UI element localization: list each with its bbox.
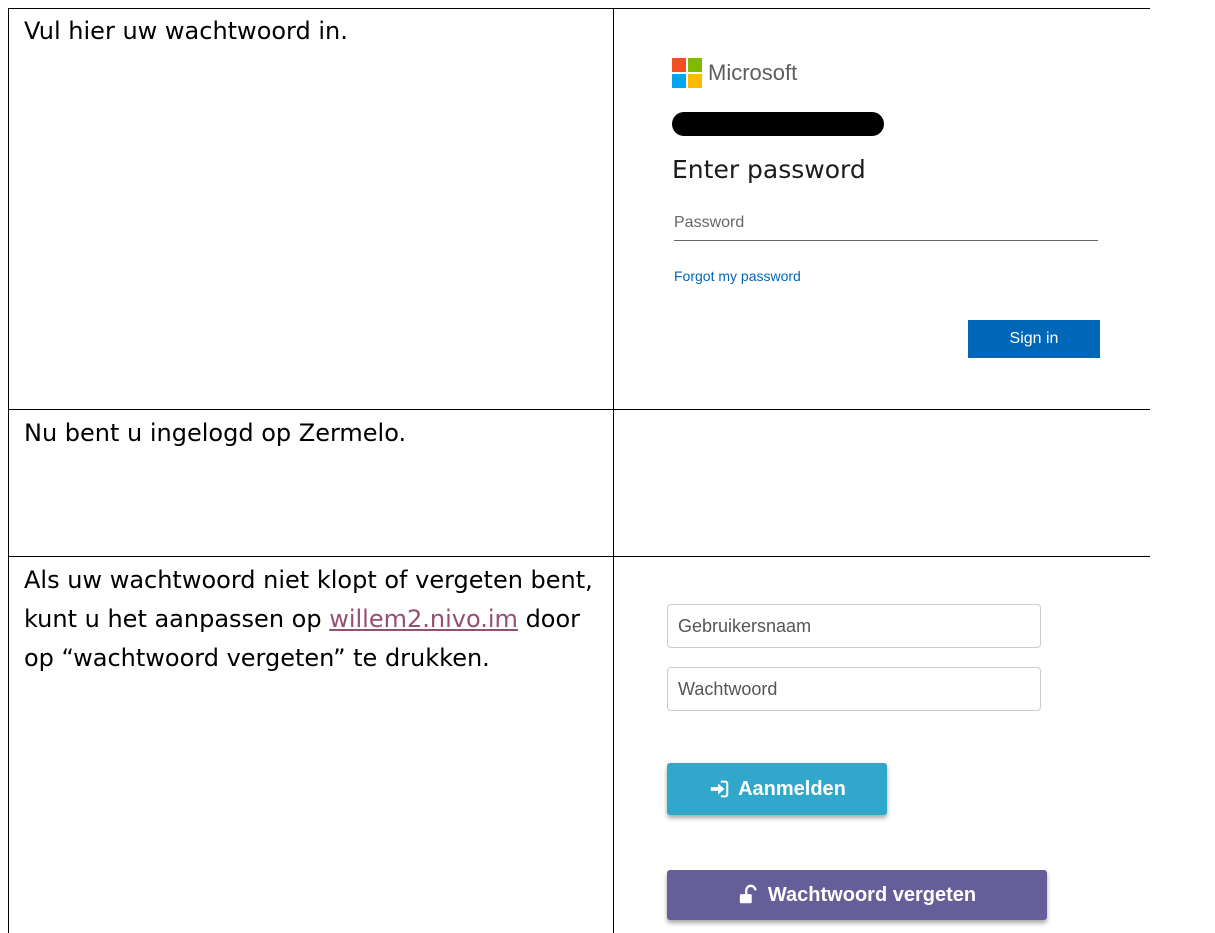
sign-in-button[interactable]: Sign in xyxy=(968,320,1100,358)
redacted-account-bar xyxy=(672,112,884,136)
unlock-icon xyxy=(739,884,757,904)
table-row-divider-1 xyxy=(8,409,1150,410)
instruction-row-1: Vul hier uw wachtwoord in. xyxy=(24,17,348,45)
table-border-left xyxy=(8,8,9,933)
microsoft-brand-name: Microsoft xyxy=(708,60,798,85)
forgot-password-link[interactable]: Forgot my password xyxy=(674,266,801,286)
nivo-password-input[interactable] xyxy=(667,667,1041,711)
instruction-row-3: Als uw wachtwoord niet klopt of vergeten… xyxy=(24,561,604,678)
nivo-site-link[interactable]: willem2.nivo.im xyxy=(329,605,518,633)
instruction-row-2: Nu bent u ingelogd op Zermelo. xyxy=(24,419,407,447)
enter-password-heading: Enter password xyxy=(672,155,866,184)
login-button[interactable]: Aanmelden xyxy=(667,763,887,815)
password-input[interactable] xyxy=(674,206,1098,241)
table-row-divider-2 xyxy=(8,556,1150,557)
table-column-divider xyxy=(613,8,614,933)
forgot-password-button[interactable]: Wachtwoord vergeten xyxy=(667,870,1047,920)
table-border-top xyxy=(8,8,1150,9)
sign-in-icon xyxy=(710,780,729,798)
forgot-password-button-label: Wachtwoord vergeten xyxy=(767,883,977,906)
login-button-label: Aanmelden xyxy=(738,777,846,800)
microsoft-logo-icon xyxy=(672,58,702,88)
username-input[interactable] xyxy=(667,604,1041,648)
